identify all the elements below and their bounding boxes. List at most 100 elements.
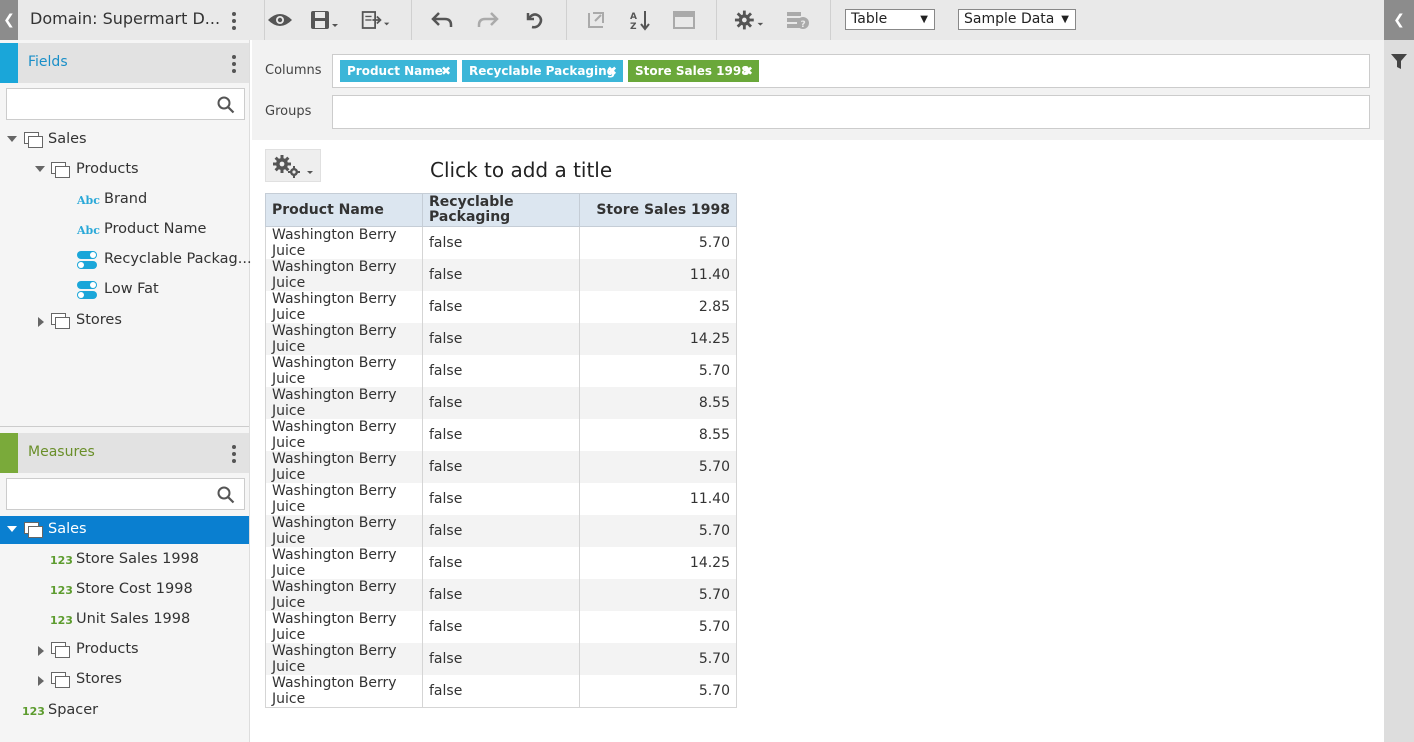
column-pill-store-sales-1998[interactable]: Store Sales 1998 ✖ (628, 60, 759, 82)
table-row: Washington Berry Juice false 8.55 (265, 419, 737, 451)
report-title[interactable]: Click to add a title (430, 158, 612, 182)
remove-icon[interactable]: ✖ (441, 60, 451, 82)
preview-eye-icon[interactable] (264, 7, 296, 33)
toolbar: AZ ? Table ▼ Sample Data ▼ (250, 0, 1384, 40)
report-options-button[interactable] (265, 149, 321, 182)
undo-icon[interactable] (426, 7, 458, 33)
fields-search-input[interactable] (6, 88, 245, 120)
column-pill-product-name[interactable]: Product Name ✖ (340, 60, 457, 82)
numeric-field-icon: 123 (22, 705, 45, 718)
columns-label: Columns (265, 63, 322, 78)
folder-icon (51, 313, 70, 329)
sort-icon[interactable]: AZ (624, 7, 656, 33)
tree-item-sales[interactable]: Sales (0, 126, 249, 154)
table-cell: Washington Berry Juice (265, 259, 423, 291)
table-cell: false (422, 419, 580, 451)
groups-label: Groups (265, 104, 312, 119)
measures-menu-icon[interactable] (231, 445, 237, 463)
measures-label: Measures (28, 444, 95, 460)
measures-header[interactable]: Measures (0, 433, 249, 473)
domain-title[interactable]: Domain: Supermart D... (30, 9, 220, 28)
dropdown-arrow-icon: ▼ (1061, 14, 1069, 25)
tree-item-product-name[interactable]: Abc Product Name (0, 216, 249, 244)
table-cell: 5.70 (579, 355, 737, 387)
fields-label: Fields (28, 54, 68, 70)
tree-item-spacer[interactable]: 123 Spacer (0, 697, 249, 725)
table-cell: false (422, 323, 580, 355)
table-cell: false (422, 611, 580, 643)
table-row: Washington Berry Juice false 5.70 (265, 355, 737, 387)
input-controls-icon[interactable] (668, 7, 700, 33)
columns-drop-zone[interactable]: Product Name ✖ Recyclable Packaging ✖ St… (332, 54, 1370, 88)
table-row: Washington Berry Juice false 11.40 (265, 483, 737, 515)
tree-item-products[interactable]: Products (0, 156, 249, 184)
groups-drop-zone[interactable] (332, 95, 1370, 129)
data-table: Product Name Recyclable Packaging Store … (265, 193, 737, 708)
text-field-icon: Abc (77, 224, 100, 237)
domain-menu-icon[interactable] (231, 12, 237, 30)
table-cell: false (422, 579, 580, 611)
tree-item-label: Brand (104, 191, 148, 207)
left-panel: ❮ Domain: Supermart D... Fields Sales Pr… (0, 0, 252, 742)
undo-all-icon[interactable] (518, 7, 550, 33)
table-cell: 11.40 (579, 483, 737, 515)
tree-item-label: Products (76, 641, 139, 657)
table-cell: Washington Berry Juice (265, 611, 423, 643)
table-cell: Washington Berry Juice (265, 483, 423, 515)
boolean-field-icon (77, 250, 97, 270)
section-divider[interactable] (0, 426, 249, 427)
fields-menu-icon[interactable] (231, 55, 237, 73)
measures-search-input[interactable] (6, 478, 245, 510)
switch-group-icon[interactable] (580, 7, 612, 33)
data-policies-icon[interactable]: ? (782, 7, 814, 33)
tree-item-brand[interactable]: Abc Brand (0, 186, 249, 214)
column-header[interactable]: Recyclable Packaging (422, 193, 580, 227)
search-icon (217, 96, 235, 114)
remove-icon[interactable]: ✖ (607, 60, 617, 82)
folder-icon (24, 132, 43, 148)
tree-item-label: Spacer (48, 702, 99, 718)
export-icon[interactable] (360, 7, 392, 33)
folder-icon (51, 162, 70, 178)
expand-icon[interactable] (38, 317, 44, 327)
table-row: Washington Berry Juice false 5.70 (265, 451, 737, 483)
column-header[interactable]: Store Sales 1998 (579, 193, 737, 227)
table-cell: Washington Berry Juice (265, 547, 423, 579)
table-cell: false (422, 355, 580, 387)
tree-item-store-cost-1998[interactable]: 123 Store Cost 1998 (0, 576, 249, 604)
tree-item-stores[interactable]: Stores (0, 666, 249, 694)
expand-icon[interactable] (38, 676, 44, 686)
collapse-left-icon[interactable]: ❮ (0, 0, 18, 40)
tree-item-products[interactable]: Products (0, 636, 249, 664)
domain-bar: ❮ Domain: Supermart D... (0, 0, 250, 40)
expand-icon[interactable] (38, 646, 44, 656)
settings-gear-icon[interactable] (734, 7, 766, 33)
tree-item-low-fat[interactable]: Low Fat (0, 276, 249, 304)
data-mode-select[interactable]: Sample Data ▼ (958, 9, 1076, 30)
table-cell: Washington Berry Juice (265, 291, 423, 323)
tree-item-recyclable-packaging[interactable]: Recyclable Packag... (0, 246, 252, 274)
tree-item-stores[interactable]: Stores (0, 307, 249, 335)
view-type-select[interactable]: Table ▼ (845, 9, 935, 30)
redo-icon[interactable] (472, 7, 504, 33)
filter-icon[interactable] (1391, 54, 1407, 70)
expand-right-icon[interactable]: ❮ (1384, 0, 1414, 40)
table-cell: 5.70 (579, 451, 737, 483)
table-row: Washington Berry Juice false 5.70 (265, 226, 737, 259)
expand-icon[interactable] (7, 136, 17, 142)
pill-label: Recyclable Packaging (469, 64, 616, 78)
tree-item-unit-sales-1998[interactable]: 123 Unit Sales 1998 (0, 606, 249, 634)
tree-item-sales-selected[interactable]: Sales (0, 516, 249, 544)
column-header[interactable]: Product Name (265, 193, 423, 227)
save-icon[interactable] (308, 7, 340, 33)
fields-header[interactable]: Fields (0, 43, 249, 83)
tree-item-label: Store Sales 1998 (76, 551, 200, 567)
expand-icon[interactable] (35, 166, 45, 172)
column-pill-recyclable-packaging[interactable]: Recyclable Packaging ✖ (462, 60, 623, 82)
remove-icon[interactable]: ✖ (743, 60, 753, 82)
expand-icon[interactable] (7, 526, 17, 532)
tree-item-label: Stores (76, 312, 122, 328)
numeric-field-icon: 123 (50, 584, 73, 597)
table-cell: 14.25 (579, 547, 737, 579)
tree-item-store-sales-1998[interactable]: 123 Store Sales 1998 (0, 546, 249, 574)
